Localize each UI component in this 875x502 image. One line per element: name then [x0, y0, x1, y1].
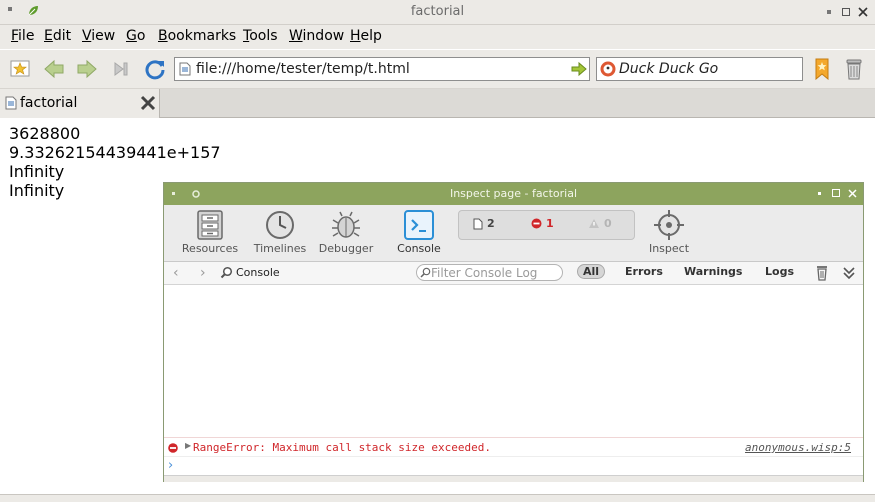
error-icon — [531, 218, 542, 229]
error-source-link[interactable]: anonymous.wisp:5 — [745, 441, 851, 454]
page-icon — [5, 96, 17, 110]
clear-log-trash-icon[interactable] — [815, 265, 829, 281]
inspector-titlebar[interactable]: Inspect page - factorial — [164, 183, 863, 205]
error-icon — [168, 443, 178, 453]
menu-edit[interactable]: Edit — [44, 28, 71, 44]
tab-label: factorial — [20, 95, 78, 111]
inspector-bottom-bar — [164, 475, 863, 482]
scope-logs[interactable]: Logs — [765, 265, 794, 278]
resource-count[interactable]: 2 — [473, 217, 495, 230]
maximize-icon[interactable] — [831, 188, 841, 198]
menu-bookmarks[interactable]: Bookmarks — [158, 28, 236, 44]
trash-icon[interactable] — [841, 56, 867, 82]
new-bookmark-star-icon[interactable] — [7, 56, 33, 82]
bookmark-ribbon-icon[interactable] — [809, 56, 835, 82]
resources-label: Resources — [181, 242, 239, 255]
scope-errors[interactable]: Errors — [625, 265, 663, 278]
bug-icon — [332, 211, 360, 238]
close-icon[interactable] — [847, 188, 857, 198]
reload-icon[interactable] — [142, 56, 168, 82]
tab-close-icon[interactable] — [139, 94, 157, 112]
breadcrumb[interactable]: Console — [236, 266, 280, 279]
search-icon — [420, 267, 431, 278]
page-icon — [179, 62, 191, 76]
warning-icon — [589, 219, 599, 228]
output-line: Infinity — [9, 181, 65, 200]
console-search-icon — [220, 266, 233, 279]
url-input[interactable] — [196, 60, 566, 78]
search-bar[interactable] — [596, 57, 803, 81]
debugger-button[interactable]: Debugger — [311, 209, 381, 255]
tab-factorial[interactable]: factorial — [0, 89, 160, 118]
filter-input[interactable] — [431, 265, 559, 280]
document-icon — [473, 218, 483, 229]
console-prompt[interactable]: › — [164, 457, 863, 475]
menu-tools[interactable]: Tools — [243, 28, 278, 44]
forward-arrow-icon[interactable] — [74, 56, 100, 82]
nav-forward-icon[interactable]: › — [200, 265, 206, 281]
maximize-icon[interactable] — [840, 6, 852, 18]
debugger-label: Debugger — [318, 242, 374, 255]
output-line: Infinity — [9, 162, 65, 181]
error-count[interactable]: 1 — [531, 217, 554, 230]
resources-cabinet-icon — [197, 210, 223, 240]
inspect-label: Inspect — [648, 242, 690, 255]
go-arrow-icon[interactable] — [571, 61, 587, 77]
menu-view[interactable]: View — [82, 28, 115, 44]
scope-all[interactable]: All — [577, 264, 606, 279]
menu-window[interactable]: Window — [289, 28, 344, 44]
inspector-window: Inspect page - factorial Resources Timel… — [163, 182, 864, 482]
window-title: factorial — [410, 4, 465, 19]
minimize-icon[interactable] — [823, 6, 835, 18]
output-line: 9.33262154439441e+157 — [9, 143, 221, 162]
inspector-toolbar: Resources Timelines Debugger Console 2 1… — [164, 205, 863, 262]
crosshair-icon — [654, 210, 684, 240]
menu-file[interactable]: File — [11, 28, 34, 44]
back-arrow-icon[interactable] — [41, 56, 67, 82]
url-bar[interactable] — [174, 57, 590, 81]
expand-triangle-icon[interactable]: ▶ — [185, 441, 191, 450]
console-prompt-icon — [404, 210, 434, 240]
console-filter-bar: ‹ › Console All Errors Warnings Logs — [164, 262, 863, 285]
prompt-chevron-icon: › — [168, 458, 174, 473]
scope-warnings[interactable]: Warnings — [684, 265, 742, 278]
console-input[interactable] — [182, 458, 842, 472]
navigation-toolbar — [0, 50, 875, 89]
message-counters[interactable]: 2 1 0 — [458, 210, 635, 240]
console-log-area — [164, 285, 863, 437]
duckduckgo-icon — [600, 61, 616, 77]
warning-count[interactable]: 0 — [588, 217, 612, 230]
menu-go[interactable]: Go — [126, 28, 145, 44]
console-error-row[interactable]: ▶ RangeError: Maximum call stack size ex… — [164, 437, 863, 457]
close-icon[interactable] — [857, 6, 869, 18]
nav-back-icon[interactable]: ‹ — [173, 265, 179, 281]
minimize-icon[interactable] — [814, 188, 824, 198]
output-line: 3628800 — [9, 124, 81, 143]
menu-bar: File Edit View Go Bookmarks Tools Window… — [0, 25, 875, 49]
clock-icon — [266, 211, 294, 239]
filter-field[interactable] — [416, 264, 563, 281]
resources-button[interactable]: Resources — [175, 209, 245, 255]
skip-forward-icon[interactable] — [108, 56, 134, 82]
console-button[interactable]: Console — [384, 209, 454, 255]
console-label: Console — [397, 242, 441, 255]
menu-help[interactable]: Help — [350, 28, 382, 44]
error-message: RangeError: Maximum call stack size exce… — [193, 441, 492, 454]
search-input[interactable] — [619, 60, 797, 78]
window-titlebar[interactable]: factorial — [0, 0, 875, 25]
timelines-button[interactable]: Timelines — [245, 209, 315, 255]
inspect-button[interactable]: Inspect — [634, 209, 704, 255]
timelines-label: Timelines — [253, 242, 307, 255]
inspector-title: Inspect page - factorial — [449, 187, 578, 200]
chevron-down-icon[interactable] — [842, 266, 856, 280]
